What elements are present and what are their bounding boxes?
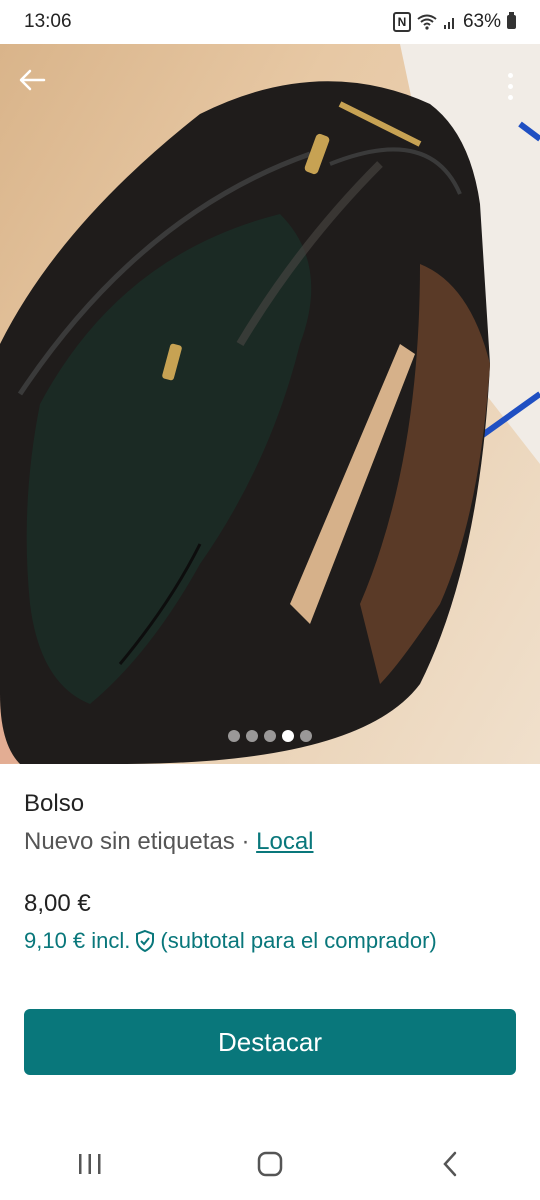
back-button[interactable] bbox=[18, 68, 54, 104]
system-nav-bar bbox=[0, 1128, 540, 1200]
home-icon bbox=[257, 1151, 283, 1177]
more-dot bbox=[507, 94, 513, 100]
buyer-price-row[interactable]: 9,10 € incl. (subtotal para el comprador… bbox=[24, 928, 516, 954]
bag-illustration bbox=[0, 44, 540, 764]
product-details: Bolso Nuevo sin etiquetas · Local 8,00 €… bbox=[24, 790, 516, 954]
home-button[interactable] bbox=[240, 1139, 300, 1189]
separator: · bbox=[234, 828, 257, 855]
more-dot bbox=[507, 83, 513, 89]
product-condition: Nuevo sin etiquetas bbox=[24, 828, 235, 855]
pager-dot[interactable] bbox=[300, 730, 312, 742]
pager-dot[interactable] bbox=[246, 730, 258, 742]
battery-percent: 63% bbox=[462, 11, 501, 32]
shield-check-icon bbox=[136, 929, 155, 953]
image-pager bbox=[0, 730, 540, 742]
more-dot bbox=[507, 72, 513, 78]
signal-icon bbox=[443, 18, 454, 29]
location-link[interactable]: Local bbox=[256, 828, 313, 855]
product-photo[interactable] bbox=[0, 44, 540, 764]
pager-dot[interactable] bbox=[264, 730, 276, 742]
status-icons: N 63% bbox=[392, 11, 516, 33]
pager-dot-active[interactable] bbox=[282, 730, 294, 742]
recent-apps-button[interactable] bbox=[60, 1139, 120, 1189]
price-incl: 9,10 € incl. bbox=[24, 928, 131, 953]
status-time: 13:06 bbox=[24, 11, 72, 32]
pager-dot[interactable] bbox=[228, 730, 240, 742]
chevron-left-icon bbox=[443, 1151, 457, 1177]
status-bar: 13:06 N 63% bbox=[0, 0, 540, 44]
product-price: 8,00 € bbox=[24, 890, 91, 917]
subtotal-note: (subtotal para el comprador) bbox=[160, 928, 437, 953]
arrow-left-icon bbox=[19, 69, 46, 91]
nfc-icon: N bbox=[392, 12, 411, 32]
destacar-button[interactable]: Destacar bbox=[24, 1009, 516, 1075]
recent-apps-icon bbox=[79, 1154, 101, 1174]
more-options-button[interactable] bbox=[502, 66, 518, 106]
wifi-icon bbox=[417, 14, 437, 30]
product-title: Bolso bbox=[24, 790, 85, 817]
product-subtitle: Nuevo sin etiquetas · Local bbox=[24, 828, 516, 856]
battery-icon bbox=[507, 12, 516, 29]
back-nav-button[interactable] bbox=[420, 1139, 480, 1189]
